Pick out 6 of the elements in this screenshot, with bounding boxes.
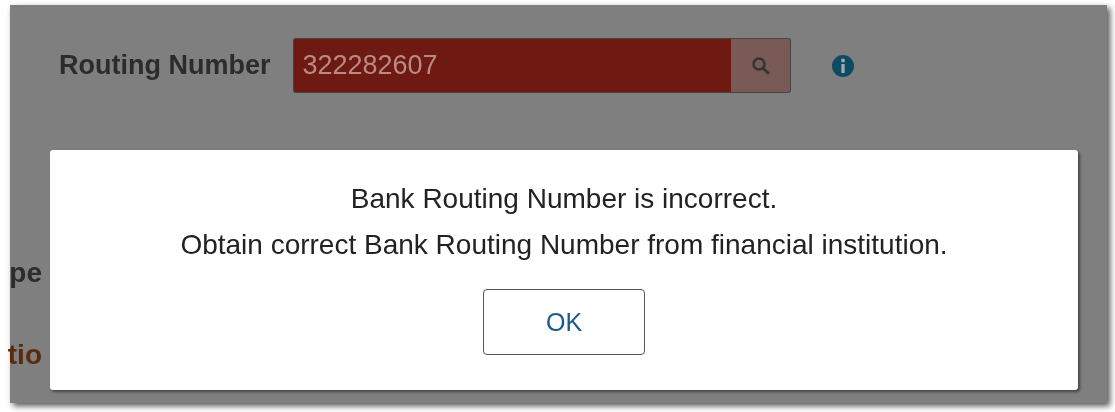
field-label: Routing Number [59,50,271,81]
message-text: Obtain correct Bank Routing Number from financial institution. [180,229,948,261]
ok-button[interactable]: OK [483,289,645,355]
message-text: Bank Routing Number is incorrect. [350,183,778,215]
info-icon[interactable] [831,53,856,78]
field-label: pe [9,257,42,289]
